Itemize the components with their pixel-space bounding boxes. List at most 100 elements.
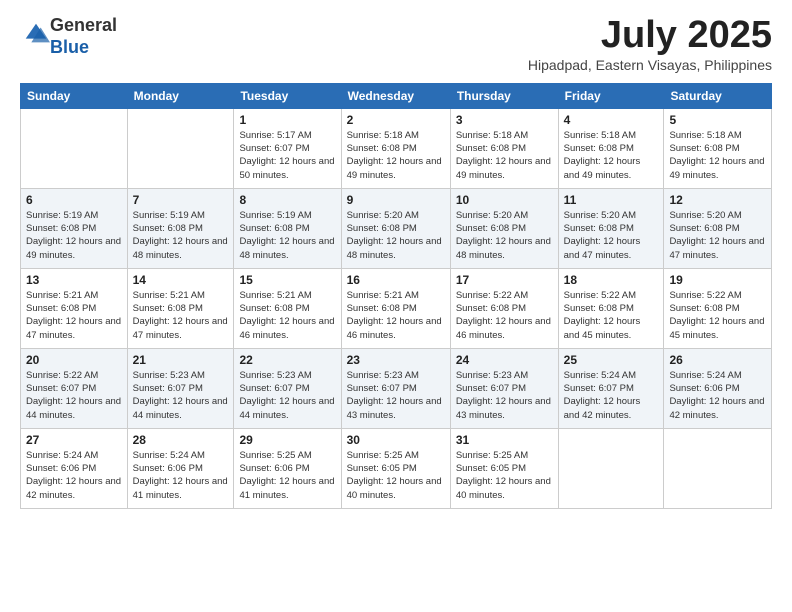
day-detail: Sunrise: 5:19 AMSunset: 6:08 PMDaylight:…: [133, 209, 229, 262]
calendar-cell-day-4: 4 Sunrise: 5:18 AMSunset: 6:08 PMDaylight…: [558, 108, 664, 188]
day-number: 1: [239, 113, 335, 127]
day-number: 19: [669, 273, 766, 287]
day-detail: Sunrise: 5:21 AMSunset: 6:08 PMDaylight:…: [347, 289, 445, 342]
calendar-cell-day-30: 30 Sunrise: 5:25 AMSunset: 6:05 PMDayligh…: [341, 428, 450, 508]
calendar-cell-day-18: 18 Sunrise: 5:22 AMSunset: 6:08 PMDayligh…: [558, 268, 664, 348]
day-number: 12: [669, 193, 766, 207]
day-detail: Sunrise: 5:23 AMSunset: 6:07 PMDaylight:…: [347, 369, 445, 422]
day-detail: Sunrise: 5:18 AMSunset: 6:08 PMDaylight:…: [564, 129, 659, 182]
day-detail: Sunrise: 5:20 AMSunset: 6:08 PMDaylight:…: [669, 209, 766, 262]
day-detail: Sunrise: 5:22 AMSunset: 6:08 PMDaylight:…: [456, 289, 553, 342]
day-number: 22: [239, 353, 335, 367]
calendar-cell-day-14: 14 Sunrise: 5:21 AMSunset: 6:08 PMDayligh…: [127, 268, 234, 348]
day-detail: Sunrise: 5:23 AMSunset: 6:07 PMDaylight:…: [239, 369, 335, 422]
day-number: 5: [669, 113, 766, 127]
day-detail: Sunrise: 5:19 AMSunset: 6:08 PMDaylight:…: [239, 209, 335, 262]
day-number: 28: [133, 433, 229, 447]
day-detail: Sunrise: 5:24 AMSunset: 6:06 PMDaylight:…: [133, 449, 229, 502]
calendar-cell-day-20: 20 Sunrise: 5:22 AMSunset: 6:07 PMDayligh…: [21, 348, 128, 428]
days-header-row: SundayMondayTuesdayWednesdayThursdayFrid…: [21, 83, 772, 108]
day-number: 11: [564, 193, 659, 207]
calendar-cell-day-15: 15 Sunrise: 5:21 AMSunset: 6:08 PMDayligh…: [234, 268, 341, 348]
calendar-cell: [558, 428, 664, 508]
calendar-cell: [127, 108, 234, 188]
day-number: 29: [239, 433, 335, 447]
logo-blue: Blue: [50, 37, 89, 57]
calendar-cell-day-8: 8 Sunrise: 5:19 AMSunset: 6:08 PMDaylight…: [234, 188, 341, 268]
day-number: 31: [456, 433, 553, 447]
day-detail: Sunrise: 5:25 AMSunset: 6:05 PMDaylight:…: [347, 449, 445, 502]
day-number: 25: [564, 353, 659, 367]
calendar-cell-day-17: 17 Sunrise: 5:22 AMSunset: 6:08 PMDayligh…: [450, 268, 558, 348]
day-detail: Sunrise: 5:18 AMSunset: 6:08 PMDaylight:…: [347, 129, 445, 182]
logo-icon: [22, 20, 50, 48]
week-row-4: 20 Sunrise: 5:22 AMSunset: 6:07 PMDayligh…: [21, 348, 772, 428]
calendar-cell-day-16: 16 Sunrise: 5:21 AMSunset: 6:08 PMDayligh…: [341, 268, 450, 348]
week-row-1: 1 Sunrise: 5:17 AMSunset: 6:07 PMDaylight…: [21, 108, 772, 188]
day-header-friday: Friday: [558, 83, 664, 108]
calendar-cell-day-31: 31Sunrise: 5:25 AMSunset: 6:05 PMDayligh…: [450, 428, 558, 508]
day-detail: Sunrise: 5:20 AMSunset: 6:08 PMDaylight:…: [456, 209, 553, 262]
calendar-cell-day-25: 25 Sunrise: 5:24 AMSunset: 6:07 PMDayligh…: [558, 348, 664, 428]
day-number: 6: [26, 193, 122, 207]
day-number: 8: [239, 193, 335, 207]
day-number: 7: [133, 193, 229, 207]
day-detail: Sunrise: 5:24 AMSunset: 6:06 PMDaylight:…: [669, 369, 766, 422]
day-detail: Sunrise: 5:22 AMSunset: 6:08 PMDaylight:…: [669, 289, 766, 342]
day-detail: Sunrise: 5:20 AMSunset: 6:08 PMDaylight:…: [347, 209, 445, 262]
calendar-cell-day-28: 28 Sunrise: 5:24 AMSunset: 6:06 PMDayligh…: [127, 428, 234, 508]
day-detail: Sunrise: 5:25 AMSunset: 6:06 PMDaylight:…: [239, 449, 335, 502]
calendar-cell-day-23: 23 Sunrise: 5:23 AMSunset: 6:07 PMDayligh…: [341, 348, 450, 428]
calendar-cell-day-2: 2 Sunrise: 5:18 AMSunset: 6:08 PMDaylight…: [341, 108, 450, 188]
calendar-cell-day-12: 12 Sunrise: 5:20 AMSunset: 6:08 PMDayligh…: [664, 188, 772, 268]
day-number: 13: [26, 273, 122, 287]
calendar-cell-day-6: 6 Sunrise: 5:19 AMSunset: 6:08 PMDaylight…: [21, 188, 128, 268]
day-number: 23: [347, 353, 445, 367]
day-number: 15: [239, 273, 335, 287]
day-header-saturday: Saturday: [664, 83, 772, 108]
day-number: 27: [26, 433, 122, 447]
location-subtitle: Hipadpad, Eastern Visayas, Philippines: [528, 57, 772, 73]
day-number: 4: [564, 113, 659, 127]
calendar-cell-day-7: 7 Sunrise: 5:19 AMSunset: 6:08 PMDaylight…: [127, 188, 234, 268]
calendar-table: SundayMondayTuesdayWednesdayThursdayFrid…: [20, 83, 772, 509]
month-title: July 2025: [528, 15, 772, 57]
calendar-cell-day-26: 26Sunrise: 5:24 AMSunset: 6:06 PMDayligh…: [664, 348, 772, 428]
day-number: 14: [133, 273, 229, 287]
day-detail: Sunrise: 5:19 AMSunset: 6:08 PMDaylight:…: [26, 209, 122, 262]
day-number: 20: [26, 353, 122, 367]
day-number: 3: [456, 113, 553, 127]
calendar-cell-day-22: 22 Sunrise: 5:23 AMSunset: 6:07 PMDayligh…: [234, 348, 341, 428]
day-detail: Sunrise: 5:21 AMSunset: 6:08 PMDaylight:…: [133, 289, 229, 342]
day-detail: Sunrise: 5:22 AMSunset: 6:07 PMDaylight:…: [26, 369, 122, 422]
day-number: 17: [456, 273, 553, 287]
day-number: 18: [564, 273, 659, 287]
calendar-cell-day-3: 3Sunrise: 5:18 AMSunset: 6:08 PMDaylight…: [450, 108, 558, 188]
day-detail: Sunrise: 5:22 AMSunset: 6:08 PMDaylight:…: [564, 289, 659, 342]
logo-text: General Blue: [50, 15, 117, 58]
day-detail: Sunrise: 5:17 AMSunset: 6:07 PMDaylight:…: [239, 129, 335, 182]
calendar-page: General Blue July 2025 Hipadpad, Eastern…: [0, 0, 792, 612]
week-row-5: 27 Sunrise: 5:24 AMSunset: 6:06 PMDayligh…: [21, 428, 772, 508]
calendar-cell-day-24: 24Sunrise: 5:23 AMSunset: 6:07 PMDayligh…: [450, 348, 558, 428]
day-detail: Sunrise: 5:23 AMSunset: 6:07 PMDaylight:…: [456, 369, 553, 422]
day-number: 30: [347, 433, 445, 447]
day-number: 2: [347, 113, 445, 127]
header: General Blue July 2025 Hipadpad, Eastern…: [20, 15, 772, 73]
day-header-thursday: Thursday: [450, 83, 558, 108]
calendar-cell-day-11: 11 Sunrise: 5:20 AMSunset: 6:08 PMDayligh…: [558, 188, 664, 268]
calendar-cell-day-21: 21Sunrise: 5:23 AMSunset: 6:07 PMDayligh…: [127, 348, 234, 428]
day-header-sunday: Sunday: [21, 83, 128, 108]
day-number: 10: [456, 193, 553, 207]
logo-general: General: [50, 15, 117, 35]
day-header-tuesday: Tuesday: [234, 83, 341, 108]
calendar-cell-day-9: 9Sunrise: 5:20 AMSunset: 6:08 PMDaylight…: [341, 188, 450, 268]
logo: General Blue: [20, 15, 117, 58]
week-row-2: 6 Sunrise: 5:19 AMSunset: 6:08 PMDaylight…: [21, 188, 772, 268]
calendar-cell-day-29: 29 Sunrise: 5:25 AMSunset: 6:06 PMDayligh…: [234, 428, 341, 508]
calendar-cell-day-1: 1 Sunrise: 5:17 AMSunset: 6:07 PMDaylight…: [234, 108, 341, 188]
day-detail: Sunrise: 5:24 AMSunset: 6:07 PMDaylight:…: [564, 369, 659, 422]
day-detail: Sunrise: 5:20 AMSunset: 6:08 PMDaylight:…: [564, 209, 659, 262]
day-detail: Sunrise: 5:21 AMSunset: 6:08 PMDaylight:…: [239, 289, 335, 342]
day-number: 16: [347, 273, 445, 287]
